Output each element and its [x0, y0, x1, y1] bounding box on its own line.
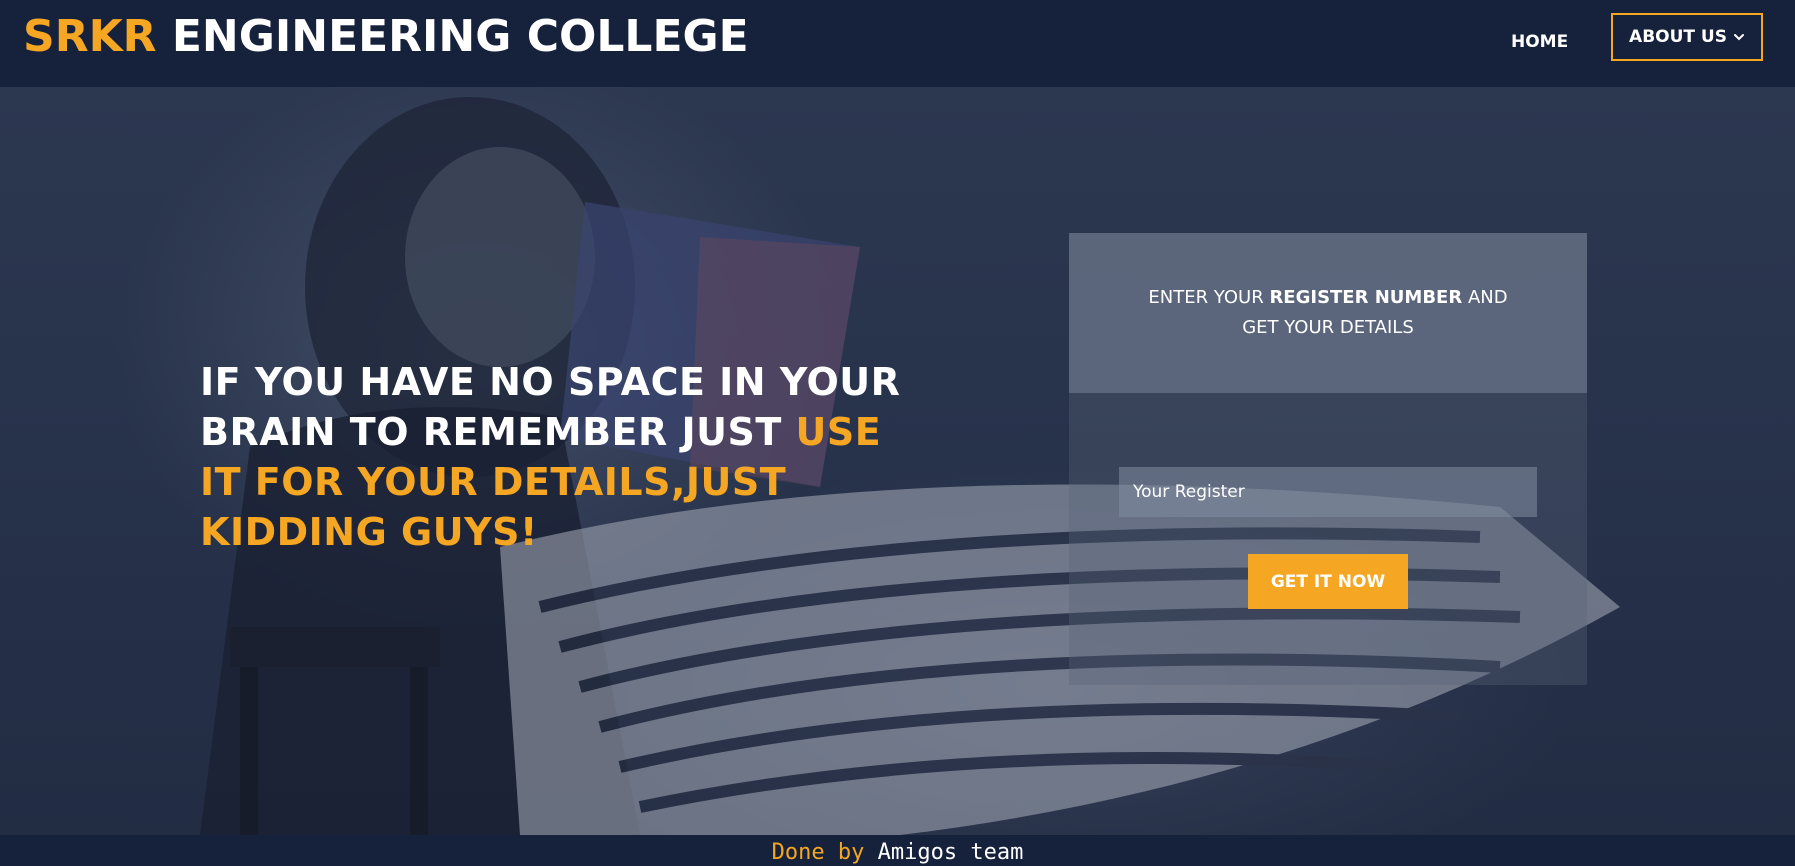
- nav-home-link[interactable]: HOME: [1491, 23, 1588, 61]
- hero-headline: IF YOU HAVE NO SPACE IN YOUR BRAIN TO RE…: [200, 357, 920, 557]
- page: SRKR ENGINEERING COLLEGE HOME ABOUT US I…: [0, 0, 1795, 866]
- register-form-card: ENTER YOUR REGISTER NUMBER AND GET YOUR …: [1069, 233, 1587, 685]
- nav-about-us-label: ABOUT US: [1629, 27, 1727, 47]
- top-navbar: SRKR ENGINEERING COLLEGE HOME ABOUT US: [0, 0, 1795, 87]
- hero-section: IF YOU HAVE NO SPACE IN YOUR BRAIN TO RE…: [0, 87, 1795, 835]
- brand-name: ENGINEERING COLLEGE: [171, 11, 749, 62]
- get-it-now-button[interactable]: GET IT NOW: [1248, 554, 1408, 609]
- chevron-down-icon: [1733, 34, 1744, 41]
- intro-text-before: ENTER YOUR: [1148, 287, 1264, 308]
- register-form-intro: ENTER YOUR REGISTER NUMBER AND GET YOUR …: [1128, 283, 1528, 343]
- intro-text-bold: REGISTER NUMBER: [1269, 287, 1463, 308]
- footer-done: Done: [771, 840, 825, 865]
- register-form-header: ENTER YOUR REGISTER NUMBER AND GET YOUR …: [1069, 233, 1587, 393]
- footer-team: Amigos team: [877, 840, 1024, 865]
- brand-accent: SRKR: [23, 11, 157, 62]
- footer-by: by: [837, 840, 865, 865]
- brand-logo-text[interactable]: SRKR ENGINEERING COLLEGE: [23, 10, 749, 64]
- nav-about-us-dropdown[interactable]: ABOUT US: [1611, 13, 1763, 61]
- register-number-input[interactable]: [1119, 467, 1537, 517]
- footer: Done by Amigos team: [0, 835, 1795, 866]
